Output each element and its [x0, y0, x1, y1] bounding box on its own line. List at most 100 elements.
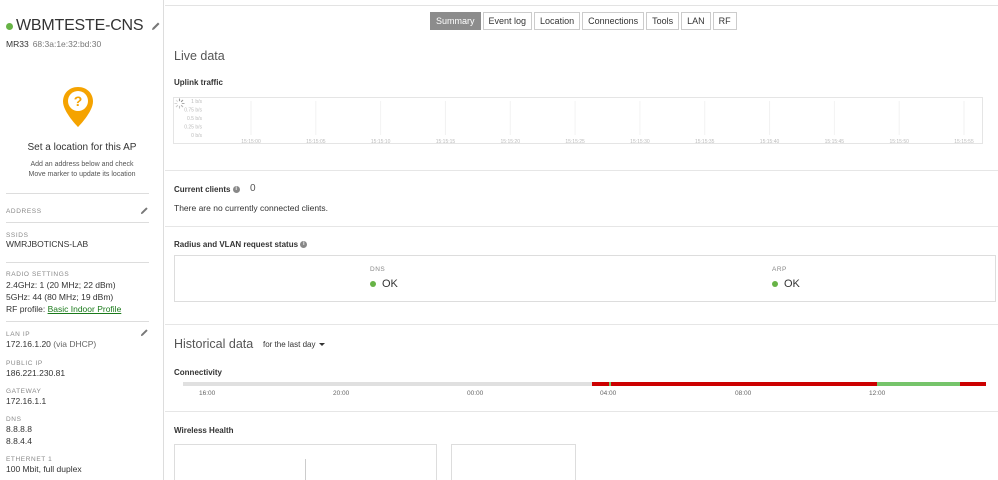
connectivity-tick-label: 00:00 [467, 390, 484, 397]
ethernet-label: ETHERNET 1 [6, 456, 53, 463]
dns-status-label: DNS [370, 266, 386, 273]
public-ip-value: 186.221.230.81 [6, 368, 66, 378]
y-tick-label: 0.75 b/s [184, 108, 202, 114]
top-border [165, 5, 998, 6]
lan-ip-value: 172.16.1.20 (via DHCP) [6, 339, 96, 351]
time-range-dropdown[interactable]: for the last day [263, 340, 326, 349]
x-tick-label: 15:15:25 [565, 139, 585, 145]
dns-status-value: OK [370, 278, 398, 290]
connectivity-tick-label: 12:00 [869, 390, 886, 397]
dns-label: DNS [6, 416, 22, 423]
connectivity-bar[interactable] [183, 382, 986, 386]
connectivity-tick-label: 16:00 [199, 390, 216, 397]
divider [6, 321, 149, 322]
no-clients-message: There are no currently connected clients… [174, 203, 329, 213]
public-ip-label: PUBLIC IP [6, 360, 43, 367]
current-clients-label: Current clients i [174, 185, 240, 194]
x-tick-label: 15:15:15 [436, 139, 456, 145]
edit-ip-pencil-icon[interactable] [140, 328, 149, 337]
lan-ip-suffix: (via DHCP) [53, 339, 97, 349]
x-tick-label: 15:15:10 [371, 139, 391, 145]
tab-location[interactable]: Location [534, 12, 581, 30]
dns-2-value: 8.8.4.4 [6, 436, 32, 446]
ap-sidebar: WBMTESTE-CNS MR33 68:3a:1e:32:bd:30 ? Set… [0, 0, 164, 480]
info-icon[interactable]: i [232, 186, 240, 194]
connectivity-tick-label: 20:00 [333, 390, 350, 397]
y-tick-label: 1 b/s [191, 99, 202, 105]
radio-settings-label: RADIO SETTINGS [6, 271, 70, 278]
y-tick-label: 0.25 b/s [184, 125, 202, 131]
wireless-health-panel-right [451, 444, 576, 480]
ap-model-mac: MR33 68:3a:1e:32:bd:30 [6, 39, 101, 49]
divider [165, 226, 998, 227]
location-description: Add an address below and check Move mark… [0, 160, 163, 180]
time-range-value: for the last day [263, 340, 316, 349]
arp-status-value: OK [772, 278, 800, 290]
location-desc-line2: Move marker to update its location [28, 171, 136, 178]
info-icon[interactable]: i [300, 241, 308, 249]
ssids-label: SSIDS [6, 232, 29, 239]
axis-line [305, 459, 306, 480]
ap-mac: 68:3a:1e:32:bd:30 [32, 39, 102, 49]
location-pin-icon: ? [63, 87, 93, 127]
edit-address-pencil-icon[interactable] [140, 206, 149, 215]
location-title: Set a location for this AP [27, 142, 137, 153]
radius-vlan-text: Radius and VLAN request status [174, 240, 299, 249]
wireless-health-panel-left [174, 444, 437, 480]
ap-title: WBMTESTE-CNS [6, 17, 161, 35]
rf-profile: RF profile: Basic Indoor Profile [6, 304, 121, 316]
y-tick-label: 0.5 b/s [187, 116, 203, 122]
edit-name-pencil-icon[interactable] [151, 21, 161, 31]
lan-ip-label: LAN IP [6, 331, 31, 338]
x-tick-label: 15:15:45 [825, 139, 845, 145]
tab-summary[interactable]: Summary [430, 12, 481, 30]
tab-event-log[interactable]: Event log [482, 12, 533, 30]
connectivity-tick-label: 08:00 [735, 390, 752, 397]
dns-status-text: OK [382, 278, 398, 290]
tab-bar: Summary Event log Location Connections T… [430, 12, 739, 30]
x-tick-label: 15:15:30 [630, 139, 650, 145]
arp-status-text: OK [784, 278, 800, 290]
divider [6, 222, 149, 223]
x-tick-label: 15:15:50 [889, 139, 909, 145]
rf-profile-prefix: RF profile: [6, 304, 46, 314]
address-label: ADDRESS [6, 208, 42, 215]
ap-name: WBMTESTE-CNS [16, 17, 144, 34]
radius-status-box: DNS OK ARP OK [174, 255, 996, 302]
x-tick-label: 15:15:05 [306, 139, 326, 145]
x-tick-label: 15:15:00 [241, 139, 261, 145]
ap-model: MR33 [6, 39, 29, 49]
x-tick-label: 15:15:20 [501, 139, 521, 145]
main-panel: Summary Event log Location Connections T… [165, 0, 998, 480]
dns-1-value: 8.8.8.8 [6, 424, 32, 434]
radio-24-value: 2.4GHz: 1 (20 MHz; 22 dBm) [6, 280, 116, 290]
live-data-title: Live data [174, 49, 225, 63]
rf-profile-link[interactable]: Basic Indoor Profile [48, 304, 122, 314]
current-clients-count: 0 [250, 183, 256, 194]
uplink-traffic-label: Uplink traffic [174, 78, 223, 87]
divider [165, 324, 998, 325]
connectivity-segment [183, 382, 592, 386]
ethernet-value: 100 Mbit, full duplex [6, 464, 82, 474]
uplink-chart-svg: 1 b/s 0.75 b/s 0.5 b/s 0.25 b/s 0 b/s 15:15:0… [184, 99, 974, 145]
connectivity-segment [876, 382, 961, 386]
divider [165, 170, 998, 171]
caret-down-icon [319, 343, 326, 346]
ok-dot [772, 281, 778, 287]
tab-tools[interactable]: Tools [646, 12, 680, 30]
historical-data-title: Historical data [174, 337, 254, 351]
svg-text:?: ? [74, 93, 83, 109]
divider [6, 262, 149, 263]
connectivity-segment [591, 382, 609, 386]
x-tick-label: 15:15:35 [695, 139, 715, 145]
current-clients-text: Current clients [174, 185, 231, 194]
connectivity-tick-label: 04:00 [600, 390, 617, 397]
status-dot [6, 22, 13, 30]
divider [165, 411, 998, 412]
location-desc-line1: Add an address below and check [30, 161, 134, 168]
tab-lan[interactable]: LAN [681, 12, 711, 30]
tab-connections[interactable]: Connections [582, 12, 645, 30]
wireless-health-label: Wireless Health [174, 426, 234, 435]
radio-5-value: 5GHz: 44 (80 MHz; 19 dBm) [6, 292, 114, 302]
tab-rf[interactable]: RF [712, 12, 737, 30]
